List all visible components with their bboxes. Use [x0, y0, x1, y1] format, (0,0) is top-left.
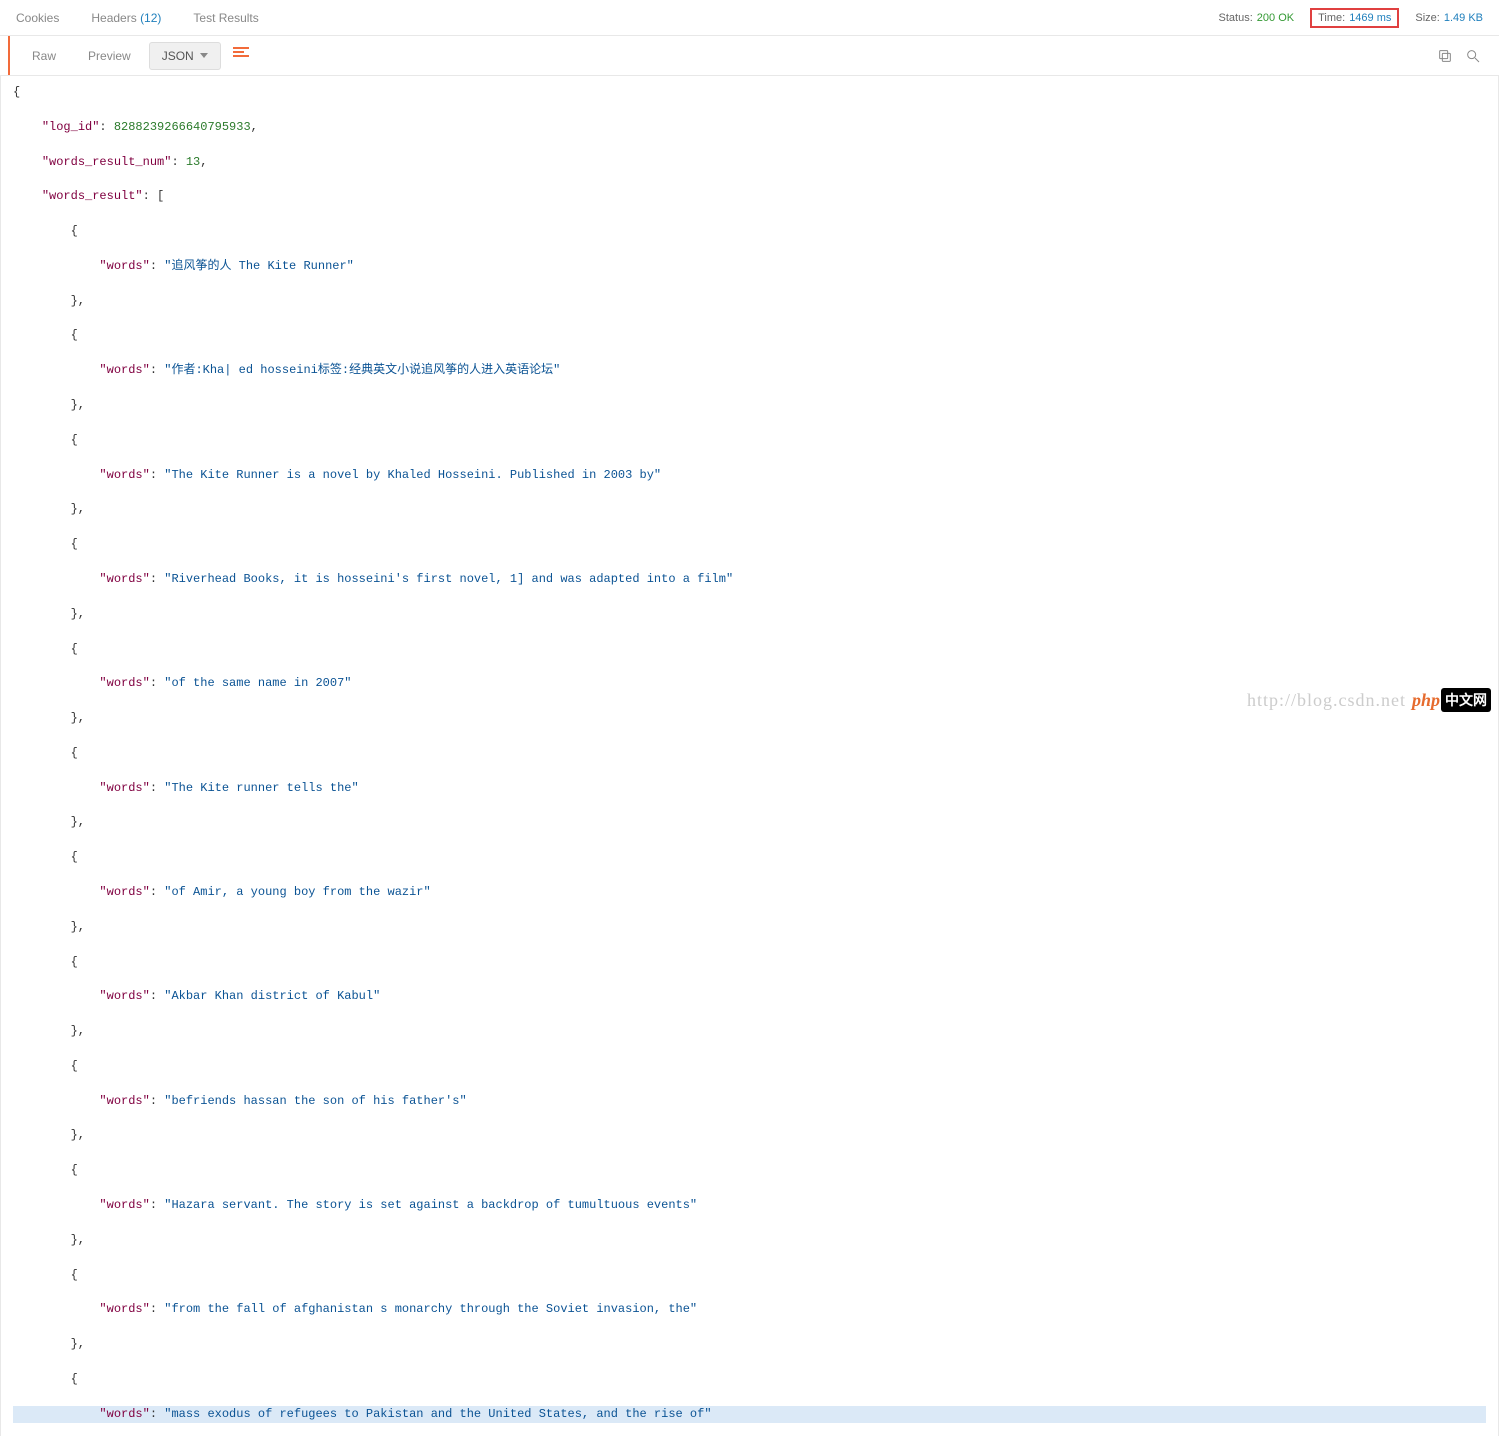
size-value: 1.49 KB	[1444, 12, 1483, 24]
tab-headers-label: Headers	[91, 11, 136, 25]
response-tabs-bar: Cookies Headers (12) Test Results Status…	[0, 0, 1499, 36]
view-preview-button[interactable]: Preview	[74, 43, 145, 69]
size-label: Size:	[1415, 12, 1439, 24]
response-toolbar: Raw Preview JSON	[0, 36, 1499, 76]
tab-headers[interactable]: Headers (12)	[75, 1, 177, 35]
wrap-lines-icon	[233, 47, 249, 61]
status-value: 200 OK	[1257, 12, 1294, 24]
status-label: Status:	[1219, 12, 1253, 24]
copy-button[interactable]	[1435, 46, 1455, 66]
json-response-body[interactable]: { "log_id": 8288239266640795933, "words_…	[0, 76, 1499, 1436]
chevron-down-icon	[200, 53, 208, 58]
response-size: Size: 1.49 KB	[1415, 12, 1483, 24]
wrap-lines-button[interactable]	[225, 41, 257, 70]
status-code: Status: 200 OK	[1219, 12, 1295, 24]
toolbar-accent-edge	[8, 36, 10, 75]
format-dropdown-label: JSON	[162, 49, 194, 63]
format-dropdown[interactable]: JSON	[149, 42, 221, 70]
tab-cookies[interactable]: Cookies	[0, 1, 75, 35]
search-icon	[1465, 48, 1481, 64]
tabs-container: Cookies Headers (12) Test Results	[0, 1, 275, 35]
status-bar: Status: 200 OK Time: 1469 ms Size: 1.49 …	[1219, 10, 1483, 26]
view-raw-button[interactable]: Raw	[18, 43, 70, 69]
tab-test-results[interactable]: Test Results	[177, 1, 274, 35]
tab-headers-count: (12)	[140, 11, 161, 25]
time-label: Time:	[1318, 12, 1345, 24]
search-button[interactable]	[1463, 46, 1483, 66]
toolbar-right	[1435, 46, 1491, 66]
time-value: 1469 ms	[1349, 12, 1391, 24]
response-time-highlighted: Time: 1469 ms	[1310, 8, 1399, 28]
copy-icon	[1437, 48, 1453, 64]
